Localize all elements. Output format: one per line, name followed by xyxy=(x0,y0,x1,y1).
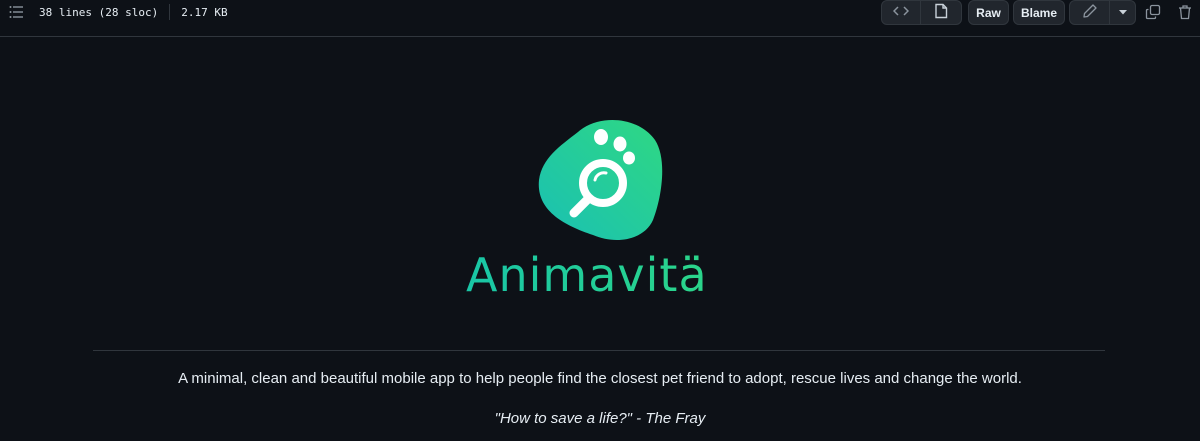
edit-button[interactable] xyxy=(1069,0,1110,25)
triangle-down-icon xyxy=(1118,6,1128,20)
horizontal-rule xyxy=(93,350,1105,351)
trash-icon[interactable] xyxy=(1176,3,1194,21)
file-size: 2.17 KB xyxy=(181,5,228,19)
divider xyxy=(169,4,171,20)
raw-button[interactable]: Raw xyxy=(968,0,1009,25)
project-quote: "How to save a life?" - The Fray xyxy=(494,410,706,427)
project-description: A minimal, clean and beautiful mobile ap… xyxy=(178,370,1022,387)
pencil-icon xyxy=(1082,3,1098,22)
line-count: 38 lines (28 sloc) xyxy=(39,5,159,19)
code-view-button[interactable] xyxy=(881,0,921,25)
file-icon xyxy=(933,3,949,22)
file-toolbar: 38 lines (28 sloc) 2.17 KB Raw Blame xyxy=(0,0,1200,37)
code-icon xyxy=(892,3,910,22)
file-info: 38 lines (28 sloc) 2.17 KB xyxy=(39,4,228,20)
preview-button[interactable] xyxy=(920,0,962,25)
logo-wordmark: Animavitä xyxy=(466,248,708,302)
copy-icon[interactable] xyxy=(1144,3,1162,21)
blame-button[interactable]: Blame xyxy=(1013,0,1065,25)
edit-dropdown-button[interactable] xyxy=(1109,0,1136,25)
list-icon[interactable] xyxy=(8,4,24,20)
